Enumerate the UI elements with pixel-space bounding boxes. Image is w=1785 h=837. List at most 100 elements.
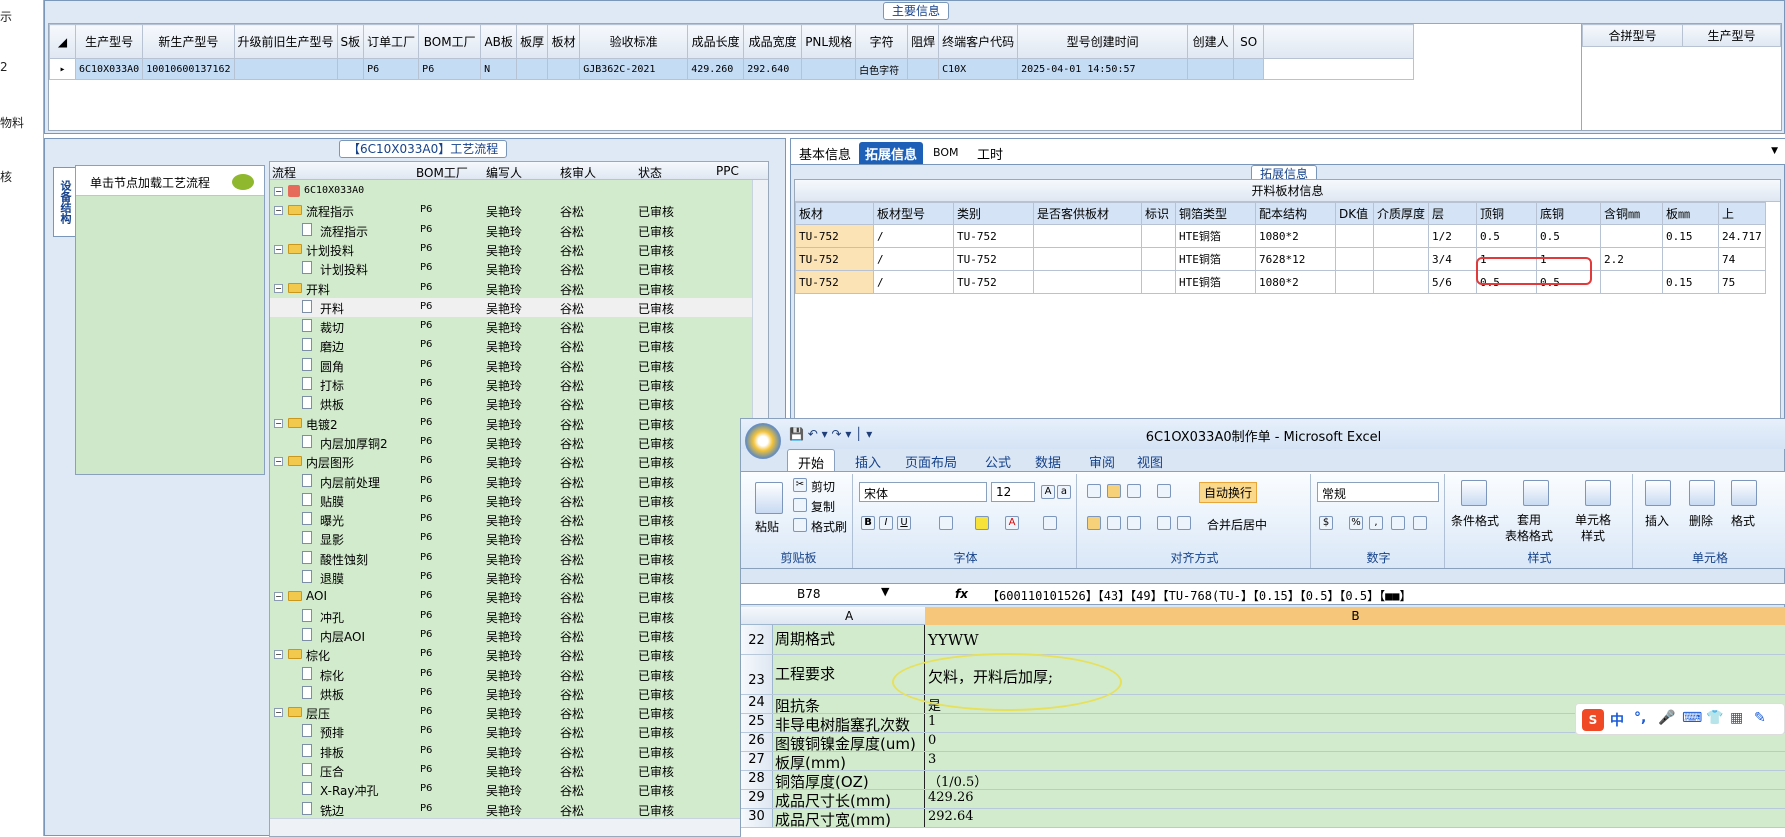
- cut-button[interactable]: 剪切: [811, 478, 835, 495]
- main-grid-header[interactable]: 字符: [855, 24, 909, 59]
- main-grid-cell[interactable]: [1187, 58, 1235, 80]
- material-header[interactable]: 含铜㎜: [1600, 202, 1664, 225]
- tree-node[interactable]: − 棕化 P6 吴艳玲 谷松 已审核: [270, 645, 754, 664]
- align-top-icon[interactable]: [1087, 484, 1101, 498]
- tree-node[interactable]: 曝光 P6 吴艳玲 谷松 已审核: [270, 510, 754, 529]
- office-button-icon[interactable]: [745, 423, 781, 459]
- side-tab-equipment[interactable]: 设备结构: [53, 167, 75, 237]
- material-cell[interactable]: [1335, 224, 1374, 248]
- material-cell[interactable]: TU-752: [795, 224, 874, 248]
- main-grid-cell[interactable]: C10X: [938, 58, 1019, 80]
- tree-horizontal-scrollbar[interactable]: [270, 818, 768, 836]
- tree-header-cell[interactable]: 状态: [638, 164, 662, 181]
- main-grid-cell[interactable]: [907, 58, 940, 80]
- collapse-icon[interactable]: −: [274, 592, 283, 602]
- main-grid-cell[interactable]: 6C10X033A0: [74, 58, 144, 80]
- quick-access-toolbar[interactable]: 💾 ↶ ▾ ↷ ▾ │ ▾: [789, 427, 872, 441]
- tree-node[interactable]: 排板 P6 吴艳玲 谷松 已审核: [270, 742, 754, 761]
- material-cell[interactable]: 74: [1718, 247, 1766, 271]
- underline-icon[interactable]: U: [897, 516, 911, 530]
- tab-dropdown-icon[interactable]: ▼: [1771, 146, 1778, 156]
- main-grid-cell[interactable]: 429.260: [687, 58, 745, 80]
- main-grid-cell[interactable]: P6: [363, 58, 420, 80]
- tab-bom[interactable]: BOM: [927, 144, 965, 166]
- material-cell[interactable]: HTE铜箔: [1175, 247, 1256, 271]
- tree-node[interactable]: 流程指示 P6 吴艳玲 谷松 已审核: [270, 221, 754, 240]
- main-grid-cell[interactable]: N: [480, 58, 518, 80]
- settings-icon[interactable]: ✎: [1754, 710, 1766, 726]
- main-grid-header[interactable]: AB板: [480, 24, 518, 59]
- tree-node[interactable]: 圆角 P6 吴艳玲 谷松 已审核: [270, 356, 754, 375]
- align-bottom-icon[interactable]: [1127, 484, 1141, 498]
- insert-cells-button[interactable]: 插入: [1645, 512, 1669, 529]
- row-number[interactable]: 24: [741, 695, 773, 713]
- tree-node[interactable]: 打标 P6 吴艳玲 谷松 已审核: [270, 375, 754, 394]
- bold-icon[interactable]: B: [861, 516, 875, 530]
- tree-node[interactable]: − 开料 P6 吴艳玲 谷松 已审核: [270, 279, 754, 298]
- main-grid-cell[interactable]: 292.640: [743, 58, 803, 80]
- left-nav-item[interactable]: 物料: [0, 114, 24, 131]
- copy-icon[interactable]: [793, 498, 807, 512]
- microphone-icon[interactable]: 🎤: [1658, 710, 1675, 726]
- material-header[interactable]: 板材型号: [873, 202, 954, 225]
- main-grid-header[interactable]: 成品长度: [687, 24, 745, 59]
- material-cell[interactable]: 0.5: [1536, 224, 1602, 248]
- cell-styles-icon[interactable]: [1585, 480, 1611, 506]
- sheet-row[interactable]: 22 周期格式 YYWW: [741, 625, 1785, 655]
- tree-node[interactable]: − 流程指示 P6 吴艳玲 谷松 已审核: [270, 201, 754, 220]
- format-as-table-button[interactable]: 套用 表格格式: [1505, 512, 1553, 544]
- main-grid-header[interactable]: SO: [1233, 24, 1265, 59]
- cell-b[interactable]: 429.26: [925, 790, 1785, 808]
- format-as-table-icon[interactable]: [1523, 480, 1549, 506]
- collapse-icon[interactable]: −: [274, 283, 283, 293]
- phonetic-icon[interactable]: [1043, 516, 1057, 530]
- sheet-row[interactable]: 28 铜箔厚度(OZ) （1/0.5）: [741, 771, 1785, 790]
- ribbon-tab-page-layout[interactable]: 页面布局: [905, 452, 957, 471]
- column-header-a[interactable]: A: [845, 609, 853, 623]
- collapse-icon[interactable]: −: [274, 244, 283, 254]
- font-color-icon[interactable]: A: [1005, 516, 1019, 530]
- fill-color-icon[interactable]: [975, 516, 989, 530]
- tree-node[interactable]: 显影 P6 吴艳玲 谷松 已审核: [270, 529, 754, 548]
- table-row[interactable]: TU-752/TU-752 HTE铜箔 7628*12 3/4 1 1 2.2 74: [795, 247, 1766, 271]
- collapse-icon[interactable]: −: [274, 457, 283, 467]
- row-number[interactable]: 30: [741, 809, 773, 827]
- material-cell[interactable]: 1/2: [1428, 224, 1478, 248]
- cell-b[interactable]: （1/0.5）: [925, 771, 1785, 790]
- table-row[interactable]: TU-752/TU-752 HTE铜箔 1080*2 1/2 0.5 0.5 0.15 24.…: [795, 224, 1766, 248]
- main-grid-cell[interactable]: 白色字符: [855, 58, 909, 80]
- material-cell[interactable]: [1335, 247, 1374, 271]
- main-grid-header[interactable]: 阻焊: [907, 24, 940, 59]
- ribbon-tab-home[interactable]: 开始: [787, 449, 836, 472]
- material-cell[interactable]: 1080*2: [1255, 270, 1336, 294]
- increase-decimal-icon[interactable]: [1391, 516, 1405, 530]
- tree-node[interactable]: 开料 P6 吴艳玲 谷松 已审核: [270, 297, 754, 317]
- sheet-row[interactable]: 30 成品尺寸宽(mm) 292.64: [741, 809, 1785, 828]
- formula-input[interactable]: 【600110101526】【43】【49】【TU-768(TU-】【0.15】…: [987, 587, 1412, 604]
- paste-icon[interactable]: [755, 482, 783, 514]
- align-middle-icon[interactable]: [1107, 484, 1121, 498]
- material-cell[interactable]: [1141, 224, 1176, 248]
- main-grid-cell[interactable]: [1233, 58, 1265, 80]
- main-grid-cell[interactable]: [516, 58, 549, 80]
- number-format-select[interactable]: 常规: [1317, 482, 1439, 502]
- cell-a[interactable]: 铜箔厚度(OZ): [773, 771, 925, 789]
- material-header[interactable]: 上: [1718, 202, 1766, 225]
- tree-node[interactable]: 磨边 P6 吴艳玲 谷松 已审核: [270, 336, 754, 355]
- font-size-select[interactable]: 12: [991, 482, 1035, 502]
- align-left-icon[interactable]: [1087, 516, 1101, 530]
- tree-node[interactable]: 酸性蚀刻 P6 吴艳玲 谷松 已审核: [270, 549, 754, 568]
- material-cell[interactable]: 0.15: [1662, 224, 1720, 248]
- material-cell[interactable]: 7628*12: [1255, 247, 1336, 271]
- material-cell[interactable]: 24.717: [1718, 224, 1766, 248]
- sheet-row[interactable]: 27 板厚(mm) 3: [741, 752, 1785, 771]
- toolbox-icon[interactable]: ▦: [1730, 710, 1743, 726]
- function-icon[interactable]: fx: [955, 587, 968, 601]
- main-grid-header[interactable]: 板厚: [516, 24, 549, 59]
- tree-node[interactable]: − 内层图形 P6 吴艳玲 谷松 已审核: [270, 452, 754, 471]
- left-nav-item[interactable]: 2: [0, 60, 8, 74]
- tree-node[interactable]: 压合 P6 吴艳玲 谷松 已审核: [270, 761, 754, 780]
- material-cell[interactable]: 2.2: [1600, 247, 1664, 271]
- material-header[interactable]: 类别: [953, 202, 1034, 225]
- merge-header[interactable]: 合拼型号: [1582, 24, 1683, 47]
